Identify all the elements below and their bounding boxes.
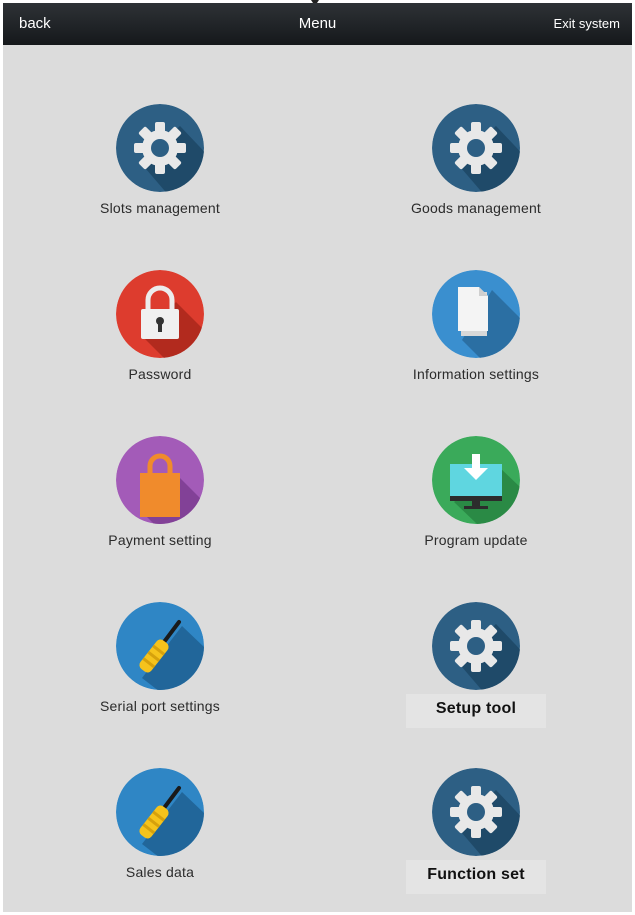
page-title: Menu (298, 15, 337, 32)
menu-item-label: Program update (424, 532, 528, 548)
menu-item-label: Sales data (125, 864, 195, 880)
menu-item-slots-management[interactable]: Slots management (60, 104, 260, 234)
screwdriver-icon (116, 602, 204, 690)
menu-item-label: Slots management (100, 200, 220, 216)
menu-item-function-set[interactable]: Function set (376, 768, 576, 898)
menu-item-sales-data[interactable]: Sales data (60, 768, 260, 898)
menu-item-setup-tool[interactable]: Setup tool (376, 602, 576, 732)
exit-system-button[interactable]: Exit system (554, 16, 620, 31)
menu-item-label: Information settings (412, 366, 540, 382)
lock-icon (116, 270, 204, 358)
menu-item-label: Payment setting (108, 532, 212, 548)
menu-item-information-settings[interactable]: Information settings (376, 270, 576, 400)
menu-item-goods-management[interactable]: Goods management (376, 104, 576, 234)
gear-icon (432, 768, 520, 856)
download-monitor-icon (432, 436, 520, 524)
menu-item-label: Goods management (410, 200, 542, 216)
menu-item-serial-port-settings[interactable]: Serial port settings (60, 602, 260, 732)
document-icon (432, 270, 520, 358)
menu-screen: back Menu Exit system Slots management G… (3, 3, 632, 912)
menu-item-program-update[interactable]: Program update (376, 436, 576, 566)
menu-item-payment-setting[interactable]: Payment setting (60, 436, 260, 566)
menu-item-password[interactable]: Password (60, 270, 260, 400)
shopping-bag-icon (116, 436, 204, 524)
gear-icon (432, 104, 520, 192)
gear-icon (432, 602, 520, 690)
screwdriver-icon (116, 768, 204, 856)
menu-item-label: Setup tool (435, 700, 517, 717)
menu-item-label: Function set (427, 866, 525, 883)
top-bar: back Menu Exit system (3, 3, 632, 45)
menu-item-label: Password (128, 366, 192, 382)
gear-icon (116, 104, 204, 192)
menu-item-label: Serial port settings (100, 698, 220, 714)
